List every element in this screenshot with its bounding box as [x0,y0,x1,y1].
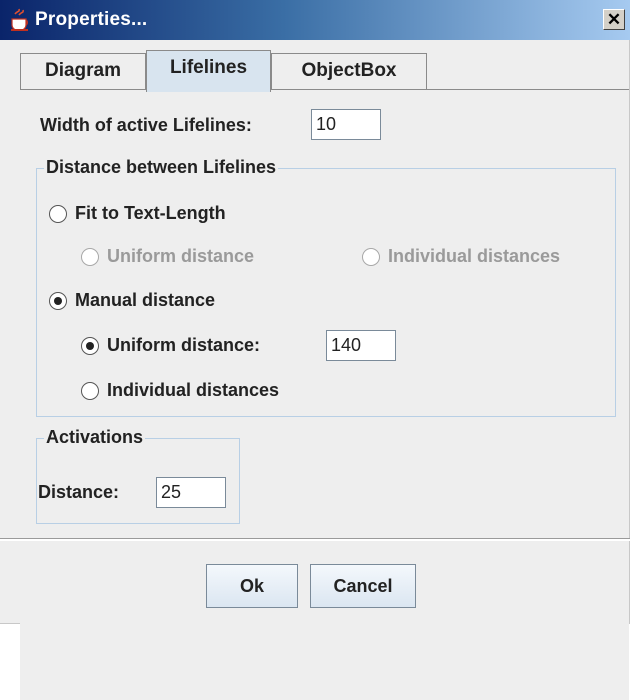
fit-to-text-radio[interactable] [49,205,67,223]
fit-uniform-label[interactable]: Uniform distance [107,246,254,267]
tab-objectbox-label: ObjectBox [301,60,397,81]
fit-to-text-label[interactable]: Fit to Text-Length [75,203,226,224]
tab-lifelines-label: Lifelines [169,57,248,78]
close-button[interactable]: ✕ [603,9,625,30]
properties-dialog: Properties... ✕ Diagram Lifelines Object… [0,0,630,700]
footer-separator [0,538,630,541]
manual-distance-radio[interactable] [49,292,67,310]
fit-individual-radio[interactable] [362,248,380,266]
cancel-button[interactable]: Cancel [310,564,416,608]
activations-distance-field[interactable]: 25 [156,477,226,508]
ok-button[interactable]: Ok [206,564,298,608]
close-icon: ✕ [606,10,622,29]
java-cup-icon [11,8,28,31]
title-bar[interactable]: Properties... ✕ [0,0,630,40]
activations-distance-label: Distance: [38,482,120,502]
width-label: Width of active Lifelines: [40,115,252,135]
window-title: Properties... [35,9,148,30]
manual-individual-label[interactable]: Individual distances [107,380,279,401]
radio-selected-dot [54,297,62,305]
tab-objectbox[interactable]: ObjectBox [271,53,427,89]
fit-individual-label[interactable]: Individual distances [388,246,560,267]
tab-diagram-label: Diagram [44,60,122,81]
manual-uniform-label[interactable]: Uniform distance: [107,335,260,356]
activations-group-title: Activations [44,427,146,448]
distance-group-title: Distance between Lifelines [44,157,279,178]
tab-lifelines[interactable]: Lifelines [146,50,271,92]
width-field[interactable]: 10 [311,109,381,140]
fit-uniform-radio[interactable] [81,248,99,266]
radio-selected-dot [86,342,94,350]
manual-distance-label[interactable]: Manual distance [75,290,215,311]
manual-uniform-radio[interactable] [81,337,99,355]
uniform-distance-field[interactable]: 140 [326,330,396,361]
manual-individual-radio[interactable] [81,382,99,400]
tab-diagram[interactable]: Diagram [20,53,146,89]
